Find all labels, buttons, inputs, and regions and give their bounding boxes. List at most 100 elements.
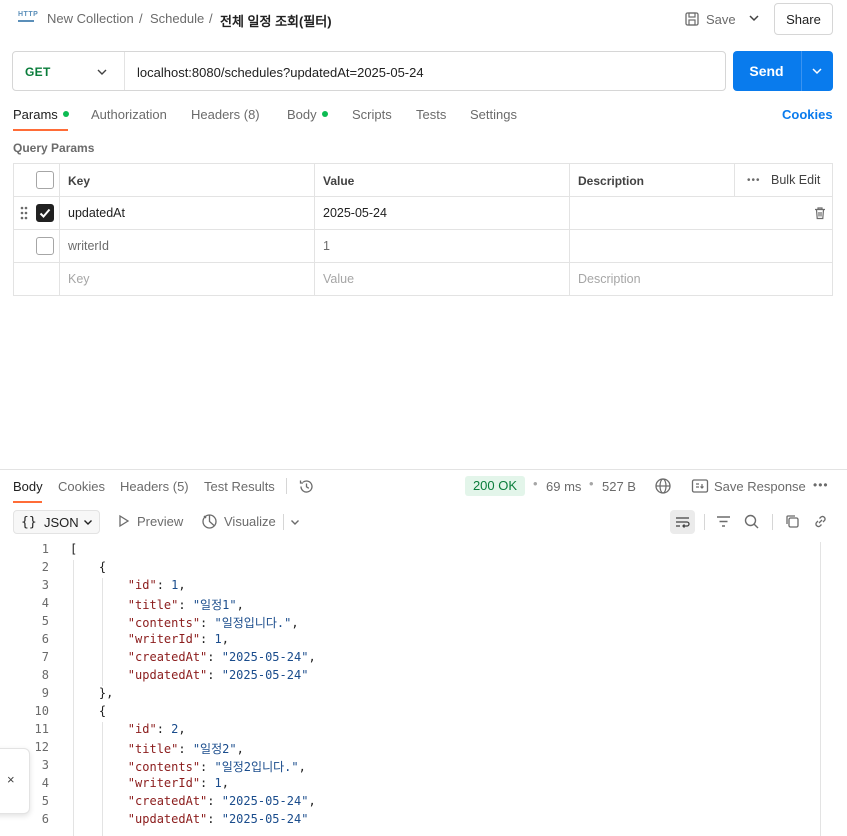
row-checkbox[interactable]	[36, 204, 54, 222]
tab-authorization[interactable]: Authorization	[91, 107, 167, 122]
line-number: 9	[41, 686, 49, 700]
save-response-button[interactable]: Save Response	[714, 479, 806, 494]
line-number: 1	[41, 542, 49, 556]
line-number: 10	[34, 704, 49, 718]
status-badge[interactable]: 200 OK	[465, 476, 525, 496]
response-tab-headers[interactable]: Headers (5)	[120, 479, 189, 494]
pane-divider[interactable]	[0, 469, 847, 470]
tab-label: Body	[287, 107, 317, 122]
new-value-input[interactable]: Value	[323, 272, 354, 286]
code-line: 5 "contents": "일정입니다.",	[0, 614, 820, 632]
response-time[interactable]: 69 ms	[546, 479, 581, 494]
response-size[interactable]: 527 B	[602, 479, 636, 494]
row-checkbox[interactable]	[36, 237, 54, 255]
scrollbar[interactable]	[820, 542, 821, 836]
save-response-icon	[691, 479, 709, 493]
floating-panel	[0, 748, 30, 814]
cookies-link[interactable]: Cookies	[782, 107, 833, 122]
response-body-viewer[interactable]: 1[2 {3 "id": 1, 4 "title": "일정1", 5 "conte…	[0, 542, 820, 836]
code-line: 6 "writerId": 1,	[0, 632, 820, 650]
link-icon[interactable]	[812, 513, 829, 530]
send-label: Send	[749, 63, 784, 79]
code-line: 5 "createdAt": "2025-05-24",	[0, 794, 820, 812]
line-number: 7	[41, 650, 49, 664]
more-options-icon[interactable]: •••	[813, 478, 829, 492]
new-description-input[interactable]: Description	[578, 272, 641, 286]
active-tab-indicator	[13, 501, 42, 503]
trash-icon[interactable]	[813, 206, 827, 220]
code-line: 1[	[0, 542, 820, 560]
select-all-checkbox[interactable]	[36, 171, 54, 189]
code-text: "title": "일정1",	[127, 598, 244, 612]
close-icon[interactable]: ×	[7, 772, 15, 787]
line-number: 4	[41, 596, 49, 610]
tab-tests[interactable]: Tests	[416, 107, 446, 122]
chevron-down-icon[interactable]	[810, 64, 824, 78]
code-text: "contents": "일정입니다.",	[127, 616, 299, 630]
globe-icon[interactable]	[654, 477, 672, 495]
method-select[interactable]: GET	[25, 65, 51, 79]
drag-handle-icon[interactable]	[20, 206, 28, 220]
response-tab-body[interactable]: Body	[13, 479, 43, 494]
chevron-down-icon[interactable]	[747, 11, 761, 25]
code-text: },	[70, 686, 114, 700]
chevron-down-icon[interactable]	[289, 516, 301, 528]
separator-dot: •	[533, 476, 538, 491]
divider	[772, 514, 773, 530]
query-params-title: Query Params	[13, 141, 95, 155]
breadcrumb-collection[interactable]: New Collection	[47, 11, 134, 26]
save-button[interactable]: Save	[684, 9, 736, 29]
checkmark-icon	[39, 208, 51, 218]
param-key[interactable]: writerId	[68, 239, 109, 253]
params-table: Key Value Description ••• Bulk Edit upda…	[13, 163, 833, 296]
active-tab-indicator	[13, 129, 68, 131]
wrap-lines-icon	[676, 517, 690, 528]
search-icon[interactable]	[743, 513, 760, 530]
param-value[interactable]: 2025-05-24	[323, 206, 387, 220]
line-number: 6	[41, 632, 49, 646]
visualize-icon	[202, 514, 217, 529]
url-input[interactable]	[137, 62, 717, 82]
code-text: "writerId": 1,	[127, 632, 229, 646]
filter-icon[interactable]	[715, 513, 732, 530]
format-label: JSON	[44, 515, 79, 530]
param-key[interactable]: updatedAt	[68, 206, 125, 220]
code-line: 7 "createdAt": "2025-05-24",	[0, 650, 820, 668]
breadcrumb-folder[interactable]: Schedule	[150, 11, 204, 26]
code-line: 2 {	[0, 560, 820, 578]
share-button[interactable]: Share	[774, 3, 833, 35]
chevron-down-icon	[84, 520, 92, 525]
response-tab-test-results[interactable]: Test Results	[204, 479, 275, 494]
preview-button[interactable]: Preview	[137, 514, 183, 529]
code-line: 4 "writerId": 1,	[0, 776, 820, 794]
code-text: "updatedAt": "2025-05-24"	[127, 668, 309, 682]
json-braces-icon: {}	[21, 515, 37, 530]
bulk-edit-button[interactable]: ••• Bulk Edit	[734, 164, 832, 196]
tab-scripts[interactable]: Scripts	[352, 107, 392, 122]
tab-params[interactable]: Params	[13, 107, 69, 122]
tab-body[interactable]: Body	[287, 107, 328, 122]
tab-headers[interactable]: Headers (8)	[191, 107, 260, 122]
code-line: 3 "id": 1,	[0, 578, 820, 596]
response-tab-cookies[interactable]: Cookies	[58, 479, 105, 494]
code-line: 11 "id": 2,	[0, 722, 820, 740]
save-label: Save	[706, 11, 736, 27]
wrap-lines-button[interactable]	[670, 510, 695, 534]
line-number: 2	[41, 560, 49, 574]
history-icon[interactable]	[298, 478, 315, 495]
breadcrumb-separator: /	[139, 11, 143, 26]
table-header-row: Key Value Description ••• Bulk Edit	[14, 164, 832, 197]
tab-settings[interactable]: Settings	[470, 107, 517, 122]
format-select[interactable]: {} JSON	[13, 510, 100, 534]
column-header-description: Description	[578, 174, 645, 188]
param-value[interactable]: 1	[323, 239, 330, 253]
bulk-edit-label: Bulk Edit	[771, 173, 821, 187]
new-key-input[interactable]: Key	[68, 272, 90, 286]
code-line: 3 "contents": "일정2입니다.",	[0, 758, 820, 776]
breadcrumb-request-name[interactable]: 전체 일정 조회(필터)	[220, 11, 332, 30]
copy-icon[interactable]	[784, 513, 801, 530]
visualize-button[interactable]: Visualize	[224, 514, 276, 529]
send-button[interactable]: Send	[733, 51, 833, 91]
chevron-down-icon[interactable]	[95, 65, 109, 79]
save-icon	[685, 12, 699, 26]
